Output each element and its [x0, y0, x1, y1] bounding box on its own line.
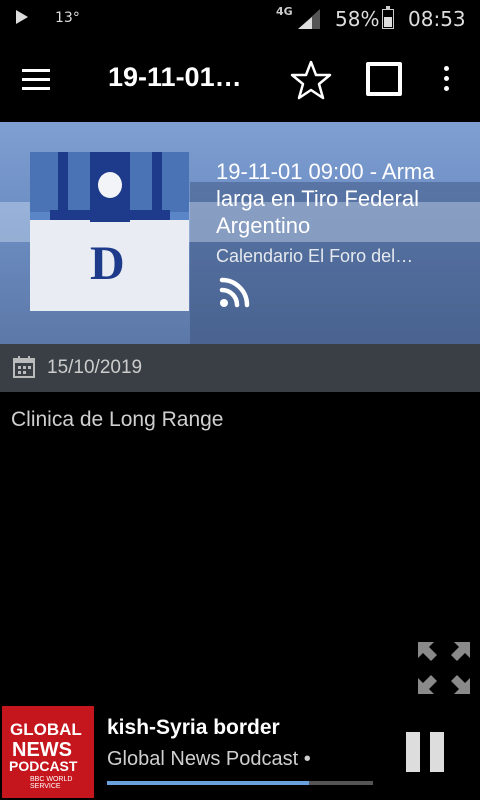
clock: 08:53 [408, 7, 466, 31]
network-type: 4G [276, 5, 293, 18]
fullscreen-icon[interactable] [416, 640, 472, 696]
battery-icon [382, 6, 394, 29]
podcast-artwork: D [30, 152, 189, 311]
episode-title: 19-11-01 09:00 - Arma larga en Tiro Fede… [216, 159, 435, 238]
rss-icon [219, 277, 250, 308]
temperature: 13° [55, 10, 80, 26]
calendar-icon [13, 356, 35, 378]
more-icon[interactable] [442, 66, 450, 94]
podcast-name[interactable]: Calendario El Foro del… [216, 246, 436, 267]
page-title: 19-11-01… [108, 62, 242, 92]
battery-fill [384, 16, 392, 27]
episode-header: D 19-11-01 09:00 - Arma larga en Tiro Fe… [0, 122, 480, 344]
square-icon[interactable] [366, 62, 402, 96]
app-bar: 19-11-01… [0, 38, 480, 122]
player-progress-fill [107, 781, 310, 785]
star-icon[interactable] [290, 60, 332, 100]
mini-player[interactable]: GLOBAL NEWS PODCAST BBC WORLD SERVICE ki… [0, 706, 480, 800]
artwork-letter: D [90, 237, 125, 290]
player-progress-bar[interactable] [107, 781, 373, 785]
status-bar: 13° 4G 58% 08:53 [0, 0, 480, 38]
menu-icon[interactable] [22, 69, 50, 90]
player-track-title: kish-Syria border [107, 716, 280, 739]
episode-date: 15/10/2019 [47, 357, 143, 378]
signal-icon [298, 9, 320, 29]
artwork-text-global: GLOBAL [10, 720, 82, 739]
artwork-text-bbc: BBC WORLD SERVICE [30, 776, 73, 790]
battery-percent: 58% [335, 7, 380, 31]
player-artwork[interactable]: GLOBAL NEWS PODCAST BBC WORLD SERVICE [2, 706, 94, 798]
date-bar: 15/10/2019 [0, 344, 480, 392]
play-icon [16, 10, 28, 24]
artwork-text-podcast: PODCAST [9, 758, 78, 774]
episode-description: Clinica de Long Range [11, 408, 224, 431]
pause-icon[interactable] [404, 732, 446, 772]
player-show-name: Global News Podcast • [107, 748, 311, 770]
